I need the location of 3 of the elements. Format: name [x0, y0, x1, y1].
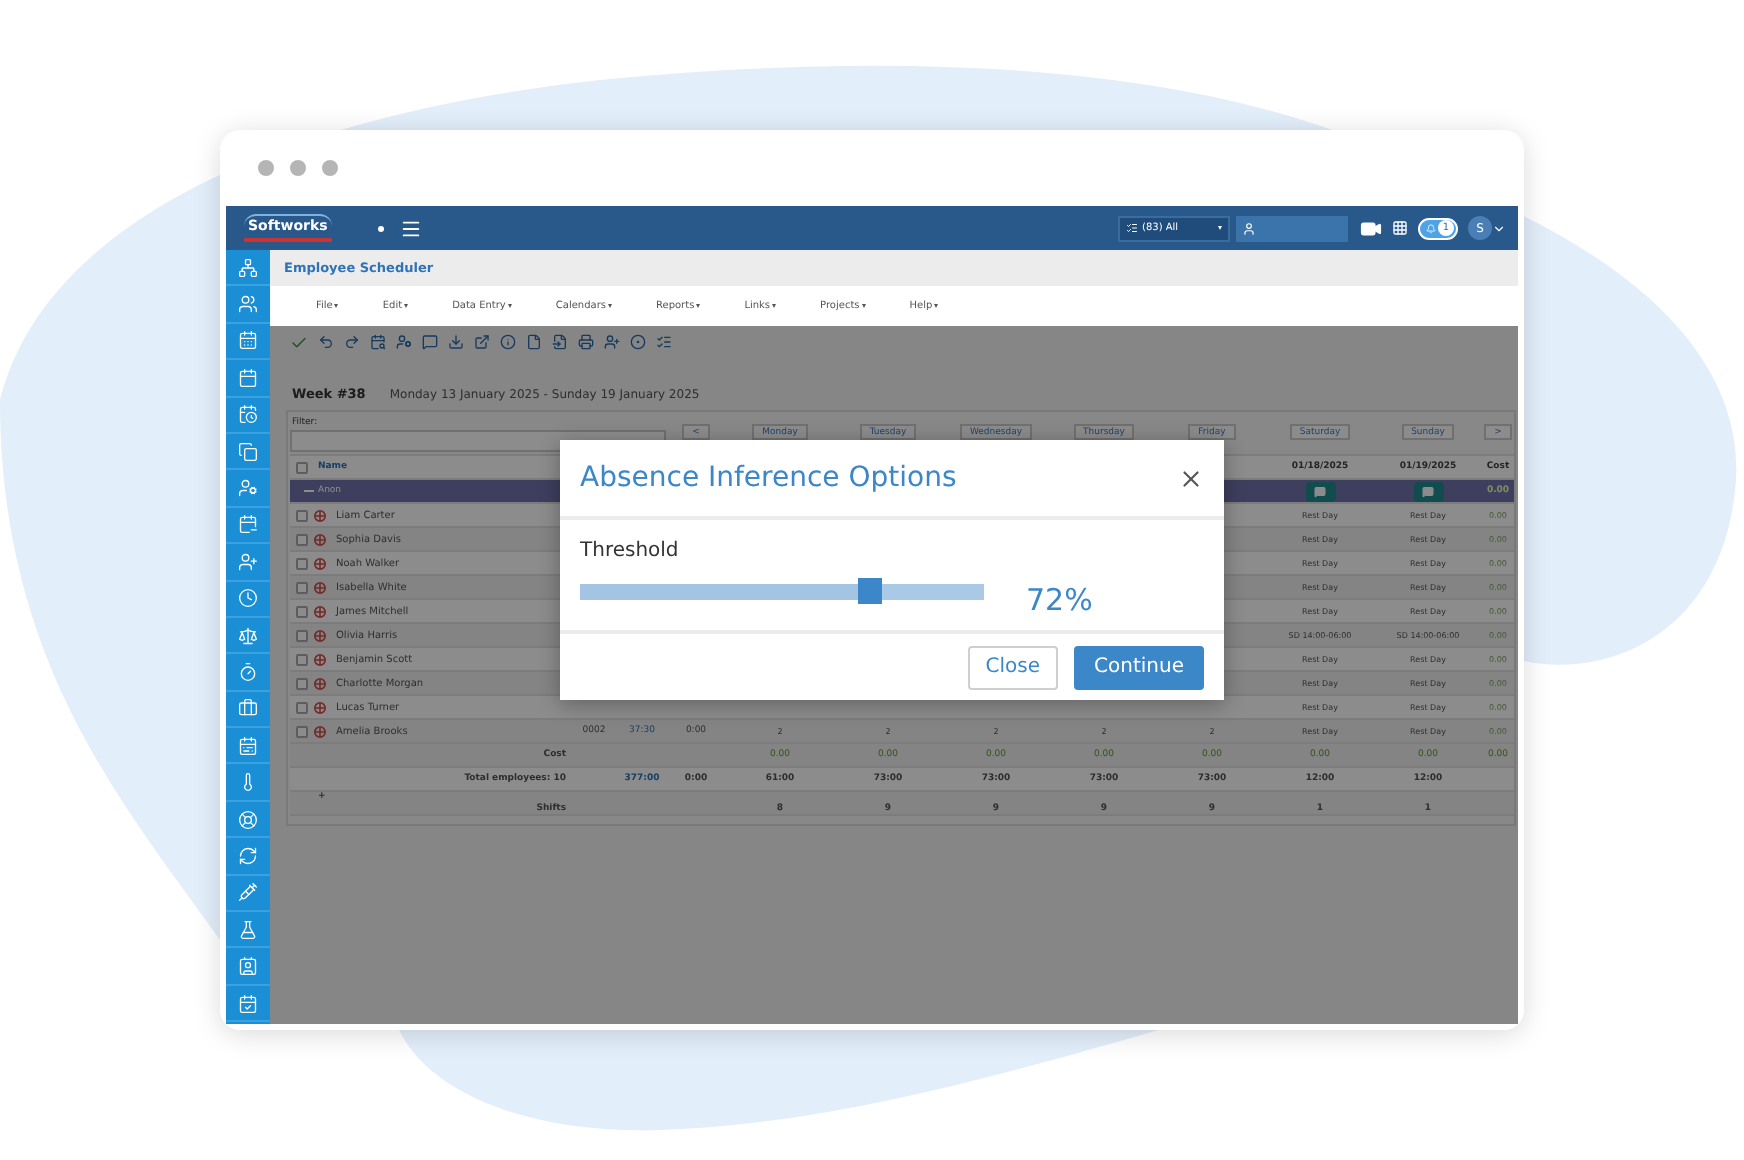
dialog-title: Absence Inference Options	[580, 462, 957, 494]
slider-label: Threshold	[580, 540, 681, 562]
slider-reading: 72%	[1026, 582, 1093, 618]
